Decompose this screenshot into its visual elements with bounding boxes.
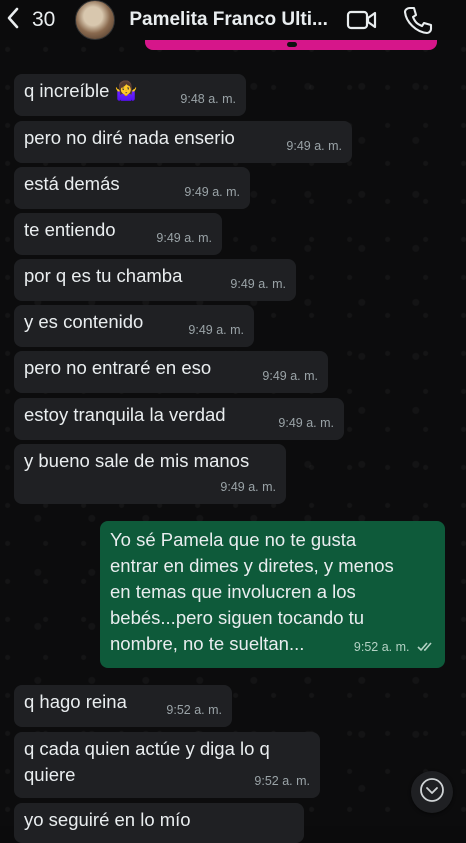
message-bubble[interactable]: está demás 9:49 a. m. <box>14 167 250 209</box>
back-arrow-icon <box>4 6 24 35</box>
outgoing-message-bubble[interactable]: Yo sé Pamela que no te gusta entrar en d… <box>100 521 445 668</box>
message-time: 9:52 a. m. <box>254 774 310 788</box>
message-time: 9:49 a. m. <box>286 139 342 153</box>
message-text: Yo sé Pamela que no te gusta entrar en d… <box>110 529 394 654</box>
message-text: yo seguiré en lo mío <box>24 809 191 830</box>
message-time: 9:49 a. m. <box>184 185 240 199</box>
message-bubble[interactable]: pero no entraré en eso 9:49 a. m. <box>14 351 328 393</box>
avatar[interactable] <box>75 0 116 40</box>
message-text: estoy tranquila la verdad <box>24 404 226 425</box>
scroll-to-bottom-button[interactable] <box>411 771 453 813</box>
message-bubble[interactable]: pero no diré nada enserio 9:49 a. m. <box>14 121 352 163</box>
contact-name[interactable]: Pamelita Franco Ulti... <box>129 9 327 31</box>
message-text: y es contenido <box>24 311 144 332</box>
message-time: 9:49 a. m. <box>278 416 334 430</box>
message-bubble[interactable]: por q es tu chamba 9:49 a. m. <box>14 259 296 301</box>
back-button[interactable]: 30 <box>4 0 55 40</box>
message-text: te entiendo <box>24 219 116 240</box>
message-bubble[interactable]: te entiendo 9:49 a. m. <box>14 213 222 255</box>
message-text: pero no entraré en eso <box>24 357 212 378</box>
message-bubble[interactable]: y bueno sale de mis manos 9:49 a. m. <box>14 444 286 504</box>
chat-header: 30 Pamelita Franco Ulti... <box>0 0 466 40</box>
unread-count: 30 <box>32 8 56 31</box>
message-text: pero no diré nada enserio <box>24 127 235 148</box>
message-text: q increíble 🤷‍♀️ <box>24 80 138 101</box>
message-bubble[interactable]: y es contenido 9:49 a. m. <box>14 305 254 347</box>
message-time: 9:49 a. m. <box>262 369 318 383</box>
message-time: 9:52 a. m. <box>166 703 222 717</box>
phone-icon[interactable] <box>402 5 434 40</box>
pinned-indicator <box>287 42 297 47</box>
video-call-icon[interactable] <box>346 5 378 40</box>
message-time: 9:49 a. m. <box>156 231 212 245</box>
message-bubble[interactable]: q increíble 🤷‍♀️ 9:48 a. m. <box>14 74 246 116</box>
chevron-down-icon <box>418 776 446 809</box>
message-time: 9:49 a. m. <box>230 277 286 291</box>
message-bubble[interactable]: q cada quien actúe y diga lo q quiere 9:… <box>14 732 320 798</box>
message-time: 9:48 a. m. <box>180 92 236 106</box>
message-time: 9:49 a. m. <box>220 480 276 494</box>
message-bubble[interactable]: estoy tranquila la verdad 9:49 a. m. <box>14 398 344 440</box>
message-text: q hago reina <box>24 691 127 712</box>
message-time-text: 9:52 a. m. <box>353 640 410 655</box>
message-bubble[interactable]: q hago reina 9:52 a. m. <box>14 685 232 727</box>
message-time: 9:49 a. m. <box>188 323 244 337</box>
message-text: y bueno sale de mis manos <box>24 450 250 471</box>
message-text: q cada quien actúe y diga lo q quiere <box>24 738 270 785</box>
message-time: 9:52 a. m. <box>354 634 435 661</box>
message-bubble[interactable]: yo seguiré en lo mío <box>14 803 304 843</box>
message-text: por q es tu chamba <box>24 265 183 286</box>
pinned-message-bar[interactable] <box>145 40 437 50</box>
double-check-icon <box>417 635 435 661</box>
message-text: está demás <box>24 173 120 194</box>
